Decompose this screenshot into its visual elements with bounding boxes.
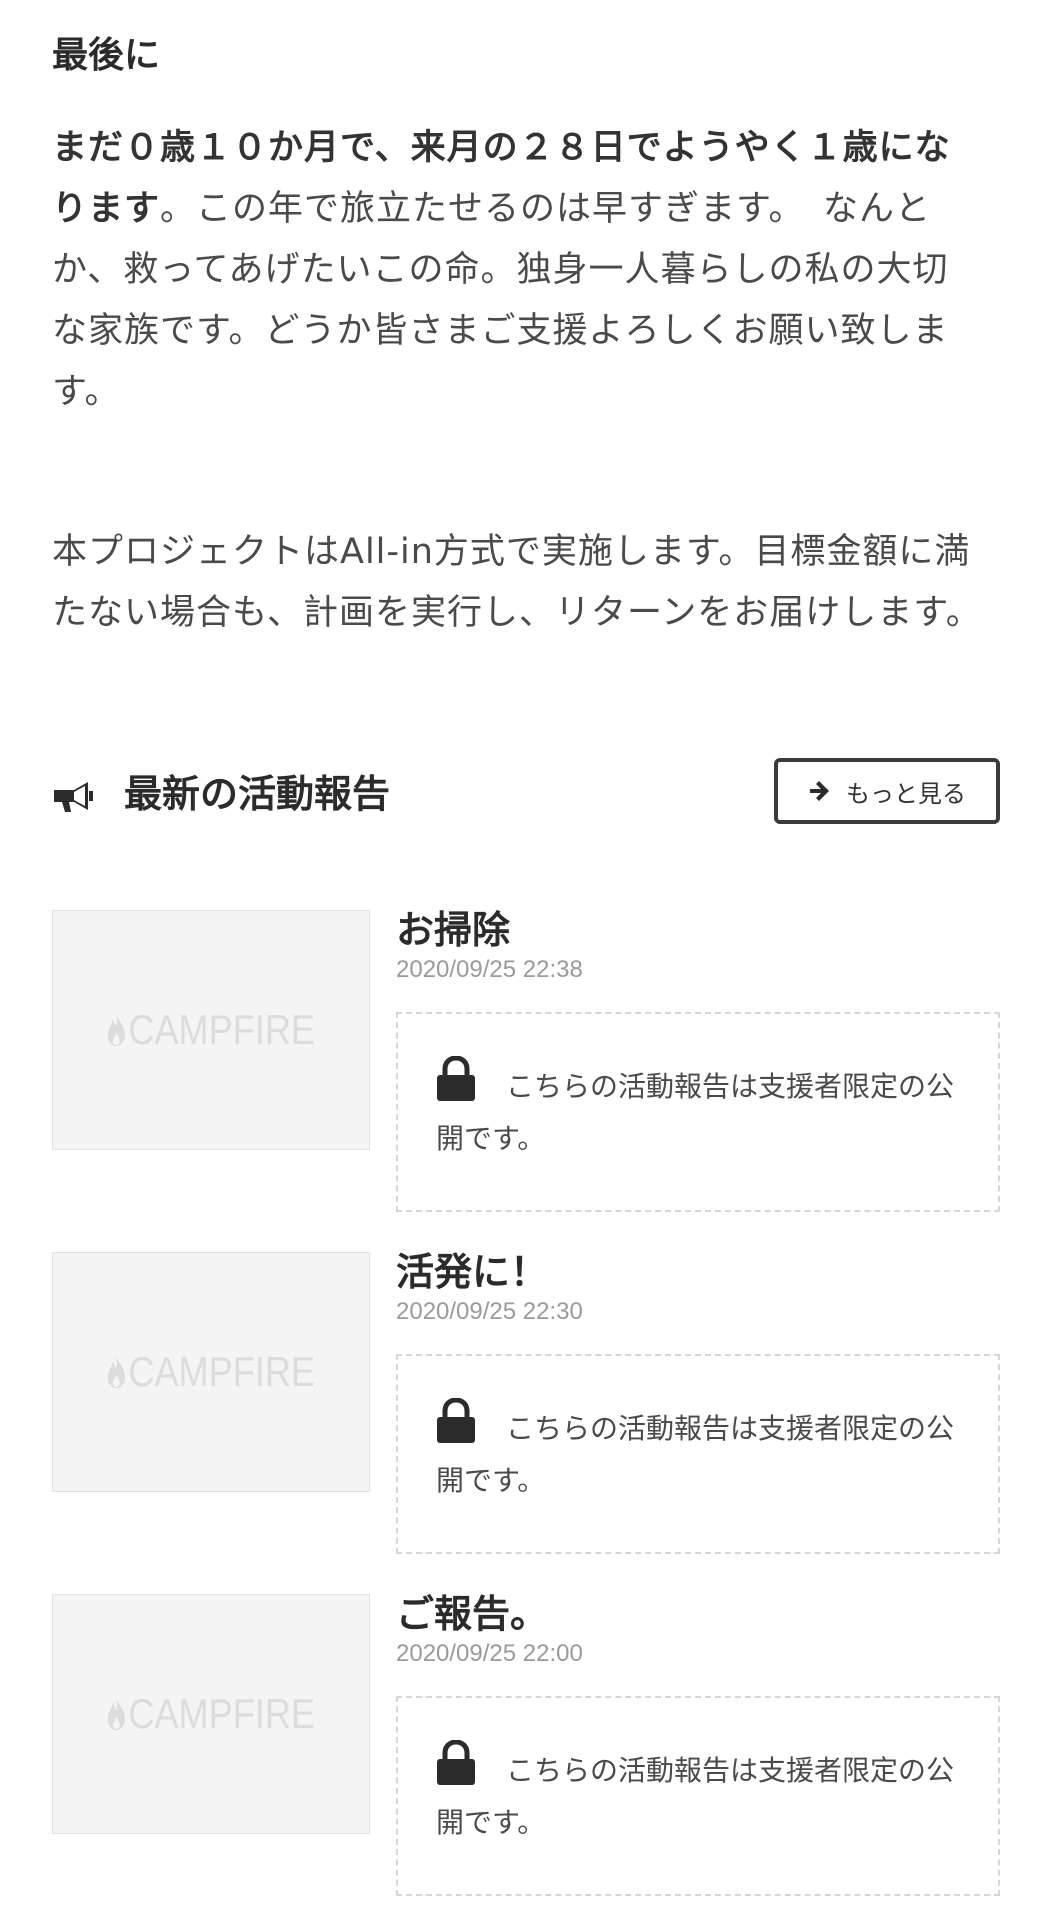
see-more-label: もっと見る <box>846 779 966 808</box>
reports-header: 最新の活動報告 もっと見る <box>52 758 1000 832</box>
report-date: 2020/09/25 22:00 <box>396 1640 583 1667</box>
campfire-logo-text: CAMPFIRE <box>128 1690 316 1737</box>
report-thumbnail[interactable]: CAMPFIRE <box>52 1594 370 1834</box>
campfire-logo: CAMPFIRE <box>106 1690 315 1738</box>
report-title[interactable]: 活発に！ <box>396 1246 548 1298</box>
lock-icon <box>437 1740 475 1785</box>
report-title[interactable]: お掃除 <box>396 904 510 956</box>
supporters-only-text: こちらの活動報告は支援者限定の公開です。 <box>436 1754 955 1839</box>
all-in-notice: 本プロジェクトはAll-in方式で実施します。目標金額に満たない場合も、計画を実… <box>52 532 982 633</box>
supporters-only-text: こちらの活動報告は支援者限定の公開です。 <box>436 1070 955 1155</box>
closing-paragraph-rest: 。この年で旅立たせるのは早すぎます。 なんとか、救ってあげたいこの命。独身一人暮… <box>52 189 949 412</box>
report-item[interactable]: CAMPFIRE ご報告。 2020/09/25 22:00 こちらの活動報告は… <box>52 1592 1000 1896</box>
report-thumbnail[interactable]: CAMPFIRE <box>52 1252 370 1492</box>
campfire-flame-icon <box>108 1014 126 1046</box>
campfire-flame-icon <box>108 1698 126 1730</box>
campfire-flame-icon <box>108 1356 126 1388</box>
lock-icon <box>437 1398 475 1443</box>
campfire-logo-text: CAMPFIRE <box>128 1348 316 1395</box>
supporters-only-text: こちらの活動報告は支援者限定の公開です。 <box>436 1412 955 1497</box>
supporters-only-notice: こちらの活動報告は支援者限定の公開です。 <box>396 1012 1000 1212</box>
campfire-logo: CAMPFIRE <box>106 1348 315 1396</box>
arrow-right-icon <box>810 781 829 801</box>
reports-title: 最新の活動報告 <box>124 772 391 816</box>
see-more-button[interactable]: もっと見る <box>774 758 1000 824</box>
report-item[interactable]: CAMPFIRE 活発に！ 2020/09/25 22:30 こちらの活動報告は… <box>52 1250 1000 1554</box>
report-date: 2020/09/25 22:38 <box>396 956 583 983</box>
lock-icon <box>437 1056 475 1101</box>
closing-heading: 最後に <box>52 35 161 76</box>
closing-paragraph: まだ０歳１０か月で、来月の２８日でようやく１歳になります。この年で旅立たせるのは… <box>52 118 982 423</box>
campfire-logo: CAMPFIRE <box>106 1006 315 1054</box>
report-thumbnail[interactable]: CAMPFIRE <box>52 910 370 1150</box>
megaphone-icon <box>54 782 93 812</box>
report-date: 2020/09/25 22:30 <box>396 1298 583 1325</box>
report-item[interactable]: CAMPFIRE お掃除 2020/09/25 22:38 こちらの活動報告は支… <box>52 908 1000 1212</box>
report-title[interactable]: ご報告。 <box>396 1588 548 1640</box>
supporters-only-notice: こちらの活動報告は支援者限定の公開です。 <box>396 1354 1000 1554</box>
supporters-only-notice: こちらの活動報告は支援者限定の公開です。 <box>396 1696 1000 1896</box>
campfire-logo-text: CAMPFIRE <box>128 1006 316 1053</box>
